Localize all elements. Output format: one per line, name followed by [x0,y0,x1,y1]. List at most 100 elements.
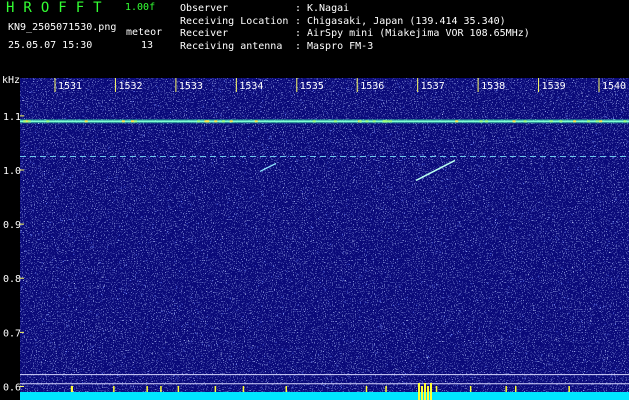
noise-speckle [102,331,104,332]
noise-speckle [602,272,604,274]
noise-speckle [310,357,312,359]
noise-speckle [381,99,383,101]
noise-speckle [516,159,518,161]
noise-speckle [201,319,203,320]
noise-speckle [445,365,447,367]
noise-speckle [558,156,560,158]
noise-speckle [340,148,342,150]
noise-speckle [560,334,562,335]
noise-speckle [191,176,193,178]
noise-speckle [530,175,532,177]
noise-speckle [227,202,229,204]
noise-speckle [356,104,358,106]
carrier-hotspot [623,120,627,123]
noise-speckle [60,96,62,97]
noise-speckle [594,169,596,171]
noise-speckle [514,325,516,327]
noise-speckle [557,376,559,377]
noise-speckle [259,111,261,113]
noise-speckle [604,100,606,102]
noise-speckle [606,357,608,359]
noise-speckle [323,271,325,273]
noise-speckle [28,108,30,110]
noise-speckle [50,222,52,224]
noise-speckle [370,296,372,298]
noise-speckle [98,191,100,193]
noise-speckle [307,155,309,157]
carrier-hotspot [121,120,125,123]
noise-speckle [302,370,304,372]
noise-speckle [81,129,83,131]
noise-speckle [403,222,405,224]
noise-speckle [343,106,345,108]
noise-speckle [218,88,220,90]
noise-speckle [555,178,556,180]
noise-speckle [66,351,67,353]
carrier-hotspot [523,120,527,123]
noise-speckle [123,159,125,161]
noise-speckle [379,301,381,303]
noise-speckle [380,344,382,346]
noise-speckle [411,92,413,94]
noise-speckle [533,306,535,308]
noise-speckle [30,161,32,163]
noise-speckle [505,191,507,193]
noise-speckle [82,147,84,149]
noise-speckle [581,92,583,94]
noise-speckle [616,221,618,223]
noise-speckle [141,235,143,237]
noise-speckle [106,279,108,281]
noise-speckle [276,314,278,316]
noise-speckle [485,243,487,245]
noise-speckle [40,167,42,169]
noise-speckle [92,246,94,248]
noise-speckle [59,347,60,348]
noise-speckle [31,91,33,93]
noise-speckle [510,136,512,138]
noise-speckle [173,312,175,314]
noise-speckle [92,345,94,347]
noise-speckle [342,252,344,254]
noise-speckle [273,118,275,119]
noise-speckle [510,228,512,230]
noise-speckle [621,111,623,113]
signal-peak [214,386,217,392]
noise-speckle [587,89,589,91]
noise-speckle [349,384,351,386]
signal-peak [113,386,115,392]
noise-speckle [302,139,304,141]
noise-speckle [557,97,559,99]
noise-speckle [285,277,287,279]
noise-speckle [615,147,617,149]
noise-speckle [463,345,465,347]
carrier-hotspot [23,120,27,123]
noise-speckle [378,106,380,108]
noise-speckle [473,317,475,319]
noise-speckle [283,220,285,221]
noise-speckle [449,179,451,181]
noise-speckle [561,267,563,269]
noise-speckle [626,141,628,143]
noise-speckle [284,193,285,194]
noise-speckle [554,259,556,261]
noise-speckle [305,159,307,160]
noise-speckle [612,222,614,224]
noise-speckle [559,293,561,294]
noise-speckle [436,314,438,315]
noise-speckle [252,345,254,347]
noise-speckle [538,254,540,256]
noise-speckle [214,114,216,116]
noise-speckle [170,88,172,90]
noise-speckle [97,286,99,288]
noise-speckle [41,292,42,294]
noise-speckle [395,286,397,288]
noise-speckle [470,283,472,285]
noise-speckle [404,198,406,200]
noise-speckle [68,294,70,296]
noise-speckle [377,326,379,328]
noise-speckle [446,320,448,322]
noise-speckle [249,327,251,329]
noise-speckle [567,298,569,300]
noise-speckle [91,242,92,244]
carrier-hotspot [372,120,376,123]
